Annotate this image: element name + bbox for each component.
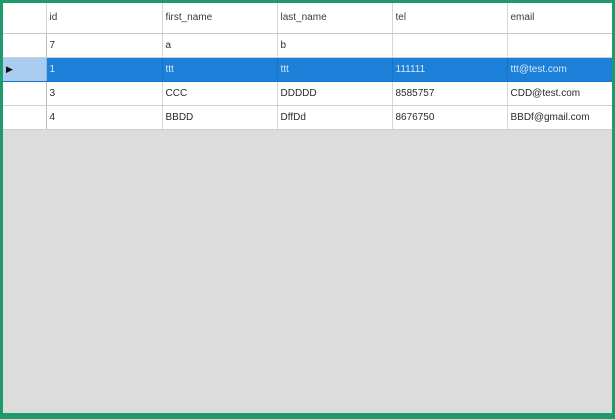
row-header[interactable]: ▶ [3,57,47,82]
cell-tel[interactable] [392,33,508,58]
cell-email[interactable]: ttt@test.com [507,57,612,82]
data-grid[interactable]: id first_name last_name tel email 7 a b … [3,3,612,130]
cell-tel[interactable]: 8676750 [392,105,508,130]
cell-tel[interactable]: 111111 [392,57,508,82]
cell-first-name[interactable]: BBDD [162,105,278,130]
cell-email[interactable]: CDD@test.com [507,80,612,106]
cell-email[interactable] [507,33,612,58]
cell-last-name[interactable]: DDDDD [277,80,393,106]
table-row-selected[interactable]: ▶ 1 ttt ttt 111111 ttt@test.com [3,57,612,82]
cell-id[interactable]: 3 [46,80,163,106]
cell-tel[interactable]: 8585757 [392,80,508,106]
column-header-id[interactable]: id [46,3,163,34]
cell-id[interactable]: 1 [46,57,163,82]
column-header-email[interactable]: email [507,3,612,34]
cell-id[interactable]: 7 [46,33,163,58]
current-row-indicator-icon: ▶ [6,64,13,74]
row-header[interactable] [3,105,47,130]
cell-first-name[interactable]: CCC [162,80,278,106]
grid-empty-area[interactable] [3,156,612,413]
column-header-last-name[interactable]: last_name [277,3,393,34]
table-row[interactable]: 3 CCC DDDDD 8585757 CDD@test.com [3,80,612,106]
cell-id[interactable]: 4 [46,105,163,130]
cell-email[interactable]: BBDf@gmail.com [507,105,612,130]
column-header-first-name[interactable]: first_name [162,3,278,34]
row-header[interactable] [3,33,47,58]
row-header[interactable] [3,80,47,106]
table-row[interactable]: 7 a b [3,33,612,58]
cell-last-name[interactable]: ttt [277,57,393,82]
data-grid-window: id first_name last_name tel email 7 a b … [0,0,615,419]
grid-corner-cell[interactable] [3,3,47,34]
cell-first-name[interactable]: a [162,33,278,58]
grid-header-row: id first_name last_name tel email [3,3,612,34]
cell-last-name[interactable]: DffDd [277,105,393,130]
cell-first-name[interactable]: ttt [162,57,278,82]
cell-last-name[interactable]: b [277,33,393,58]
column-header-tel[interactable]: tel [392,3,508,34]
table-row[interactable]: 4 BBDD DffDd 8676750 BBDf@gmail.com [3,105,612,130]
